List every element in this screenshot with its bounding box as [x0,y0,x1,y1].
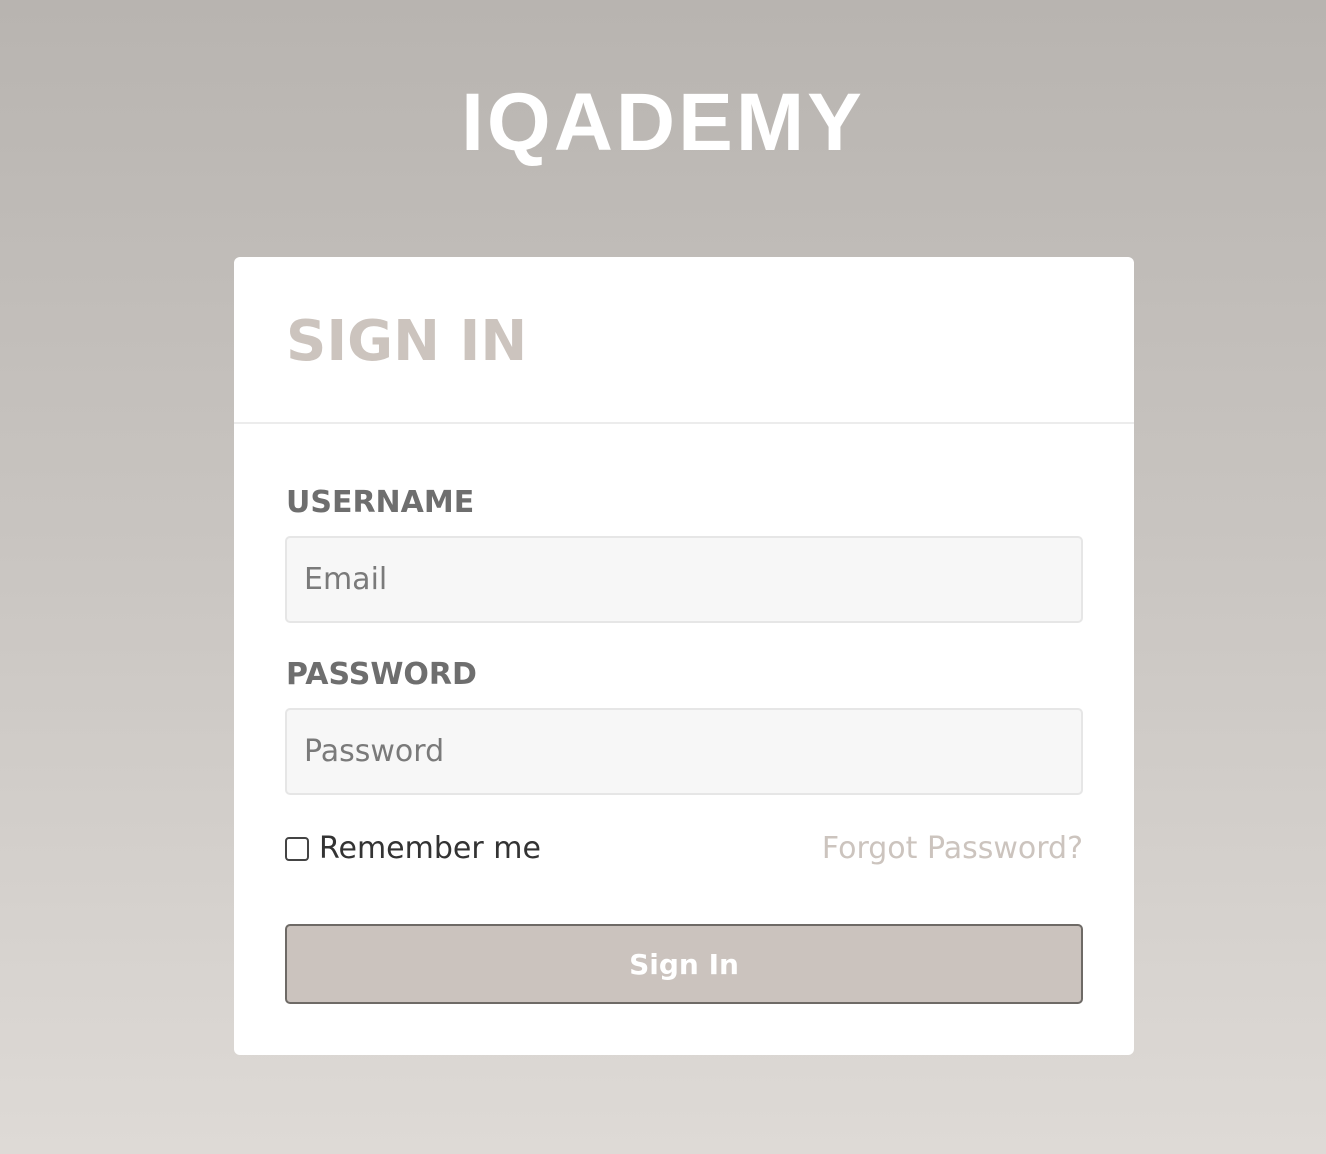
signin-card-header: SIGN IN [234,257,1134,424]
remember-me-label[interactable]: Remember me [319,829,541,869]
remember-me-row: Remember me [285,829,541,869]
password-input[interactable] [285,708,1083,795]
username-input[interactable] [285,536,1083,623]
brand-logo: IQADEMY [461,77,865,168]
password-label: PASSWORD [286,657,477,692]
username-label: USERNAME [286,485,475,520]
sign-in-button[interactable]: Sign In [285,924,1083,1004]
remember-me-checkbox[interactable] [285,837,309,861]
forgot-password-link[interactable]: Forgot Password? [822,829,1083,869]
signin-card: SIGN IN USERNAME PASSWORD Remember me Fo… [234,257,1134,1055]
page-title: SIGN IN [286,309,528,374]
